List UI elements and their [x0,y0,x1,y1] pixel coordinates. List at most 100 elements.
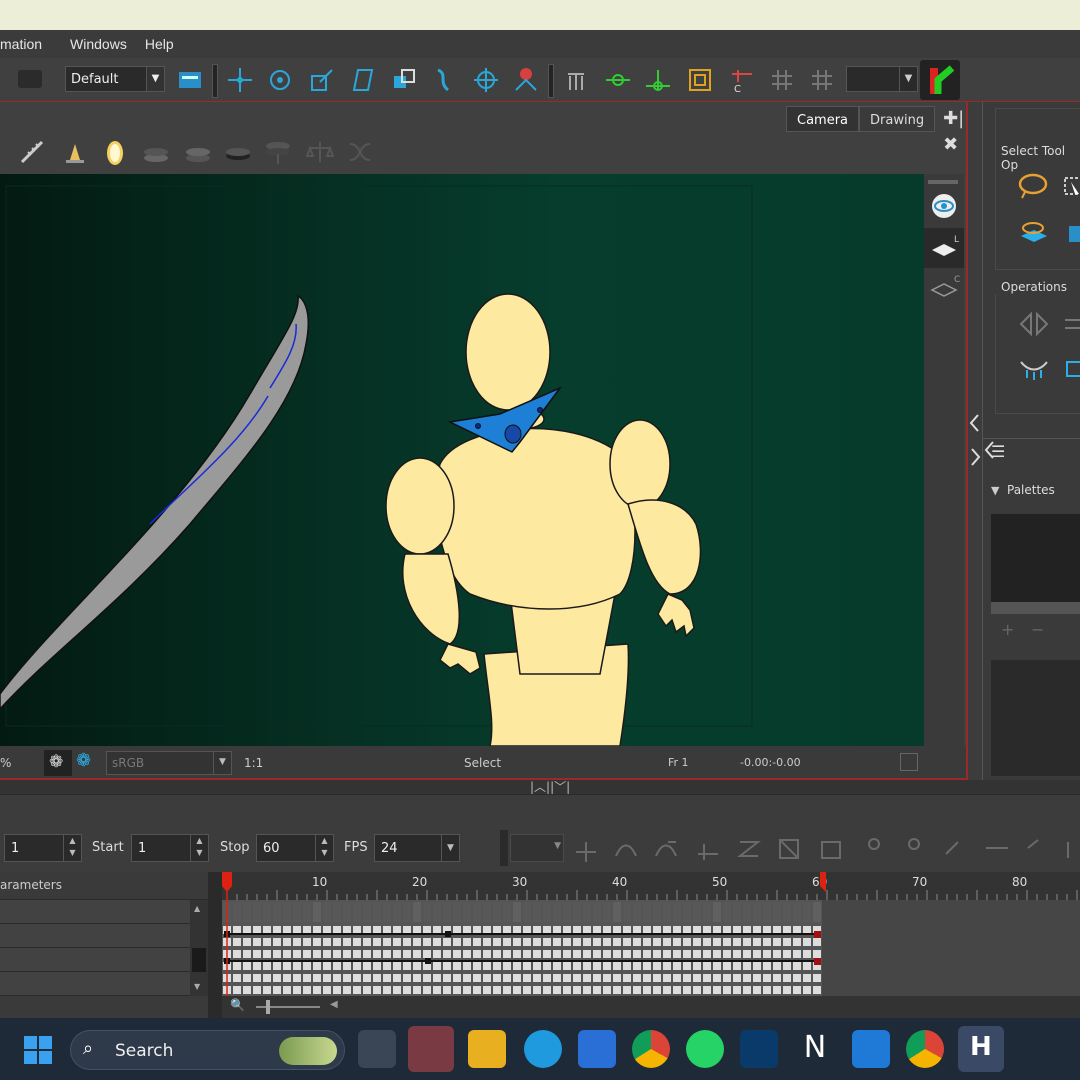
camera-icon[interactable] [18,70,42,88]
ratio-label[interactable]: 1:1 [244,756,263,770]
chrome-icon[interactable] [632,1030,670,1068]
windows-start-icon[interactable] [22,1034,54,1066]
chevron-down-icon[interactable]: ▼ [441,835,459,861]
menu-animation[interactable]: mation [0,36,42,52]
layers-button[interactable]: L [924,228,964,268]
color-swatches-area[interactable] [991,660,1080,776]
whatsapp-icon[interactable] [686,1030,724,1068]
spin-arrows-icon[interactable]: ▲ ▼ [190,835,208,861]
eye-icon[interactable] [930,192,958,220]
onion-skin-next-icon[interactable] [224,140,252,166]
snap-options-icon[interactable] [1065,220,1080,248]
xsheet-frames[interactable]: 10 20 30 40 50 60 70 80 [222,872,1080,1000]
reset-transform-icon[interactable]: C [728,66,756,94]
keyframe-marker-end[interactable] [814,958,821,965]
panel-splitter[interactable]: |︿||﹀| [0,780,1080,794]
maintain-size-icon[interactable] [390,66,418,94]
layer-list[interactable] [0,900,190,996]
flip-vertical-icon[interactable] [1063,310,1080,338]
pivot-icon[interactable] [472,66,500,94]
task-view-icon[interactable] [358,1030,396,1068]
menu-windows[interactable]: Windows [70,36,127,52]
balance-icon[interactable] [306,138,334,166]
current-frame-field[interactable]: 1 ▲ ▼ [4,834,82,862]
rectangle-select-icon[interactable] [1063,172,1080,202]
keyframe-marker-end[interactable] [814,931,821,938]
palettes-collapse-icon[interactable]: ▼ [991,484,999,497]
vscode-icon[interactable] [852,1030,890,1068]
microsoft-store-icon[interactable] [578,1030,616,1068]
onion-grid-icon[interactable] [768,66,796,94]
tools-icon[interactable] [564,66,592,94]
peg-icon[interactable] [604,66,632,94]
copilot-app-icon[interactable] [408,1026,454,1072]
select-layers-icon[interactable] [1017,218,1051,248]
ruler-icon[interactable] [20,140,46,166]
layer-row[interactable] [0,948,190,972]
timeline-divider[interactable] [208,872,222,1018]
harmony-app-icon[interactable]: H [958,1026,1004,1072]
layer-row[interactable] [0,900,190,924]
rotate-90-icon[interactable] [1019,354,1049,382]
palette-list[interactable] [991,514,1080,602]
empty-dropdown[interactable]: ▼ [846,66,918,92]
rotate-icon[interactable] [266,66,294,94]
grid-distribute-icon[interactable] [1063,354,1080,382]
start-frame-field[interactable]: 1 ▲ ▼ [131,834,209,862]
gear-button[interactable]: ❁ [44,750,72,776]
shift-trace-icon[interactable] [346,138,374,166]
chevron-up-icon[interactable]: ▲ [194,904,200,913]
zoom-slider-handle[interactable] [266,1000,270,1014]
edge-browser-icon[interactable] [524,1030,562,1068]
add-palette-icon[interactable]: + [1001,620,1014,639]
onion-grid-a-icon[interactable] [808,66,836,94]
file-explorer-icon[interactable] [468,1030,506,1068]
color-space-dropdown[interactable]: sRGB ▼ [106,751,232,775]
hamburger-menu-icon[interactable]: ☰ [991,442,1005,461]
taskbar-search-box[interactable]: ⌕ Search [70,1030,345,1070]
keyframe-marker[interactable] [445,931,451,937]
scale-icon[interactable] [308,66,336,94]
onion-skin-icon[interactable] [142,140,170,166]
light-table-icon[interactable] [62,140,88,166]
stop-frame-field[interactable]: 60 ▲ ▼ [256,834,334,862]
scrollbar-thumb[interactable] [192,948,206,972]
ease-preset-dropdown[interactable]: ▼ [510,834,564,862]
flip-horizontal-icon[interactable] [1019,310,1049,338]
fullscreen-toggle[interactable] [900,753,918,771]
bounding-box-icon[interactable] [686,66,714,94]
layer-row[interactable] [0,972,190,996]
layer-scrollbar[interactable]: ▲ ▼ [190,900,208,996]
workspace-dropdown[interactable]: Default ▼ [65,66,165,92]
tab-drawing[interactable]: Drawing [859,106,936,132]
menu-help[interactable]: Help [145,36,174,52]
ik-manipulator-icon[interactable] [512,66,540,94]
transform-icon[interactable] [226,66,254,94]
spin-arrows-icon[interactable]: ▲ ▼ [63,835,81,861]
lasso-icon[interactable] [1017,170,1051,202]
mirror-icon[interactable] [102,138,128,168]
color-wheel-icon[interactable]: ❁ [76,750,91,771]
layout-icon[interactable] [176,66,204,94]
collapse-right-icon[interactable] [968,446,982,468]
render-button[interactable] [920,60,960,100]
add-tab-icon[interactable]: ✚|✖ [935,106,966,158]
notion-icon[interactable]: N [796,1030,834,1068]
spline-offset-icon[interactable] [432,66,460,94]
skew-icon[interactable] [350,66,378,94]
onion-skin-previous-icon[interactable] [184,140,212,166]
fps-field[interactable]: 24 ▼ [374,834,460,862]
tab-camera[interactable]: Camera [786,106,860,132]
scroll-left-icon[interactable]: ◀ [330,999,338,1010]
drawing-canvas[interactable] [0,174,924,746]
layers-c-icon[interactable]: C [928,274,960,302]
chrome-profile-icon[interactable] [906,1030,944,1068]
collapse-left-icon[interactable] [968,412,982,434]
spin-arrows-icon[interactable]: ▲ ▼ [315,835,333,861]
zoom-icon[interactable]: 🔍 [230,998,245,1012]
remove-palette-icon[interactable]: − [1031,620,1044,639]
app-icon-dark-blue[interactable] [740,1030,778,1068]
splitter-arrows-icon[interactable]: |︿||﹀| [530,778,570,795]
chevron-down-icon[interactable]: ▼ [194,982,200,991]
keyframe-marker[interactable] [425,958,431,964]
